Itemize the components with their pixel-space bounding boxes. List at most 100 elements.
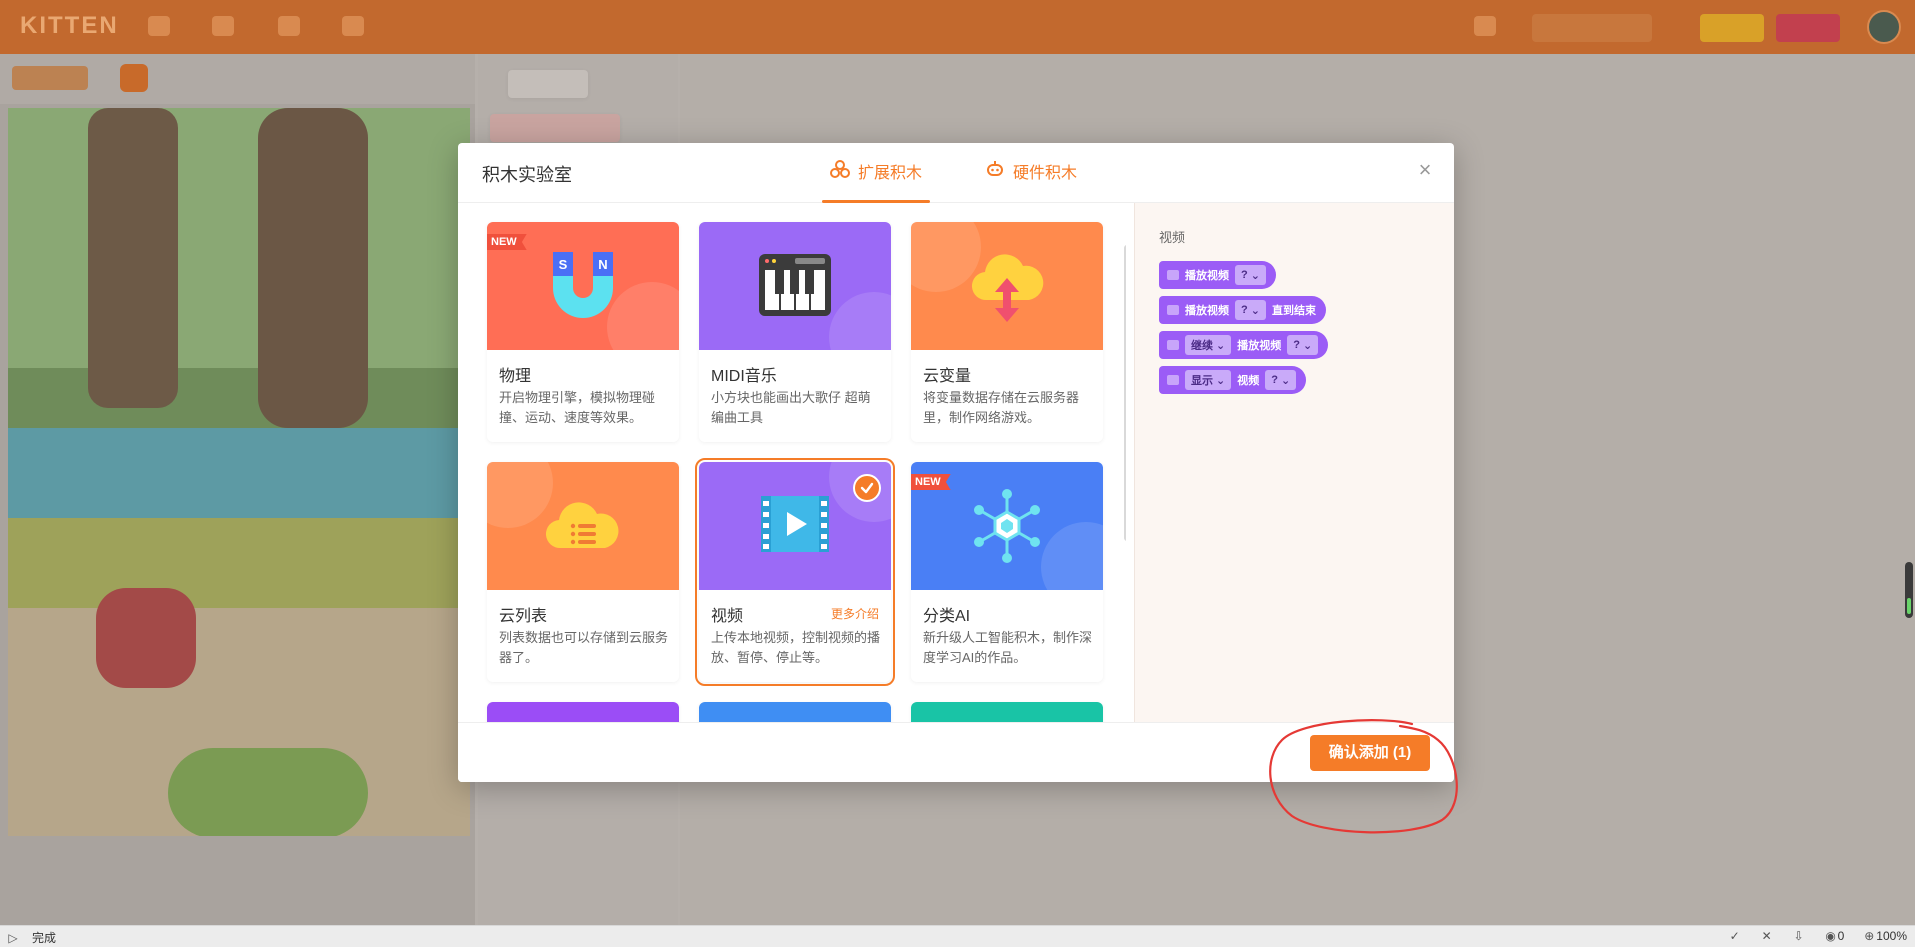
card-description: 列表数据也可以存储到云服务器了。 (499, 630, 669, 665)
selected-check-icon (853, 474, 881, 502)
stage-tree (88, 108, 178, 408)
card-description: 上传本地视频，控制视频的播放、暂停、停止等。 (711, 630, 881, 665)
stage-water (8, 428, 470, 518)
extension-card-partial[interactable] (699, 702, 891, 722)
svg-text:S: S (559, 257, 568, 272)
stage-ground (8, 518, 470, 608)
hardware-icon (985, 159, 1005, 179)
cloud-list-icon (545, 502, 619, 549)
tab-label: 硬件积木 (1013, 165, 1078, 182)
more-info-link[interactable]: 更多介绍 (831, 605, 879, 622)
share-icon[interactable] (278, 16, 300, 36)
stage-mode-chip[interactable] (12, 66, 88, 90)
stage-tree (258, 108, 368, 428)
block-text: 直到结束 (1271, 305, 1316, 317)
cloud-upload-icon (971, 254, 1044, 322)
block-show-video: 显示 ⌄ 视频 ? ⌄ (1159, 366, 1307, 394)
block-dropdown: 显示 ⌄ (1185, 370, 1232, 390)
dropdown-value: 显示 (1191, 375, 1213, 387)
grid-scrollbar[interactable] (1124, 245, 1126, 541)
mute-icon[interactable]: ✕ (1760, 929, 1774, 943)
zoom-value: 100% (1876, 929, 1907, 943)
zoom-control[interactable]: ⊕ 100% (1862, 929, 1907, 943)
block-dropdown: ? ⌄ (1235, 300, 1266, 320)
chevron-down-icon: ⌄ (1302, 339, 1313, 352)
block-play-video-until-end: 播放视频 ? ⌄ 直到结束 (1159, 296, 1326, 324)
extension-card-cloud-variable[interactable]: 云变量 将变量数据存储在云服务器里，制作网络游戏。 (911, 222, 1103, 442)
dialog-title: 积木实验室 (482, 165, 572, 185)
sprite-card[interactable] (490, 114, 620, 142)
block-play-video: 播放视频 ? ⌄ (1159, 261, 1276, 289)
stage-sky (8, 108, 470, 368)
extension-card-video[interactable]: 视频 更多介绍 上传本地视频，控制视频的播放、暂停、停止等。 (695, 458, 895, 686)
card-description: 小方块也能画出大歌仔 超萌编曲工具 (711, 390, 871, 425)
video-block-icon (1167, 305, 1179, 315)
magnet-icon: S N (553, 252, 613, 318)
close-button[interactable]: × (1414, 159, 1436, 181)
dropdown-value: ? (1241, 304, 1248, 316)
dropdown-value: 继续 (1191, 340, 1213, 352)
top-bar: KITTEN (0, 0, 1915, 54)
card-art (911, 222, 1103, 350)
extension-card-midi[interactable]: MIDI音乐 小方块也能画出大歌仔 超萌编曲工具 (699, 222, 891, 442)
extension-card-partial[interactable] (911, 702, 1103, 722)
block-resume-video: 继续 ⌄ 播放视频 ? ⌄ (1159, 331, 1329, 359)
card-description: 将变量数据存储在云服务器里，制作网络游戏。 (923, 390, 1080, 425)
video-block-icon (1167, 270, 1179, 280)
chevron-down-icon: ⌄ (1216, 374, 1226, 387)
card-description: 开启物理引擎，模拟物理碰撞、运动、速度等效果。 (499, 390, 656, 425)
block-dropdown: ? ⌄ (1235, 265, 1266, 285)
extension-card-physics[interactable]: S N NEW 物理 开启物理引擎，模拟物理碰撞、运动、速度等效果。 (487, 222, 679, 442)
dropdown-value: ? (1293, 339, 1300, 351)
block-text: 播放视频 (1185, 270, 1229, 282)
card-name: 物理 (499, 368, 532, 385)
side-scroll-indicator[interactable] (1905, 562, 1913, 618)
cat-sprite[interactable] (96, 588, 196, 688)
block-text: 播放视频 (1237, 340, 1282, 352)
extension-card-cloud-list[interactable]: 云列表 列表数据也可以存储到云服务器了。 (487, 462, 679, 682)
extension-grid: S N NEW 物理 开启物理引擎，模拟物理碰撞、运动、速度等效果。 MIDI音… (458, 203, 1126, 722)
save-icon[interactable] (212, 16, 234, 36)
device-icon[interactable] (1474, 16, 1496, 36)
project-name-field[interactable] (1532, 14, 1652, 42)
shield-icon[interactable]: ✓ (1728, 929, 1742, 943)
app-logo: KITTEN (20, 12, 119, 39)
card-description: 新升级人工智能积木，制作深度学习AI的作品。 (923, 630, 1093, 665)
block-lab-dialog: 积木实验室 扩展积木 硬件积木 × S N NEW 物理 开启物理引擎，模拟物理… (458, 143, 1454, 782)
sidebar-toggle-icon[interactable]: ▷ (6, 931, 20, 945)
dropdown-value: ? (1271, 374, 1278, 386)
video-block-icon (1167, 340, 1179, 350)
card-art (487, 462, 679, 590)
record-button[interactable] (1776, 14, 1840, 42)
dropdown-value: ? (1241, 269, 1248, 281)
block-dropdown: ? ⌄ (1265, 370, 1297, 390)
tab-extension-blocks[interactable]: 扩展积木 (821, 159, 931, 203)
tool-icon[interactable] (342, 16, 364, 36)
stage-pane (0, 54, 475, 925)
card-name: MIDI音乐 (711, 368, 777, 385)
confirm-add-button[interactable]: 确认添加 (1) (1310, 735, 1430, 771)
adblock-counter[interactable]: ◉ 0 (1824, 929, 1845, 943)
menu-icon[interactable] (148, 16, 170, 36)
card-name: 云列表 (499, 608, 548, 625)
extension-card-classification-ai[interactable]: NEW 分类AI 新升级人工智能积木，制作深度学习AI的作品。 (911, 462, 1103, 682)
status-bar: ▷ 完成 ✓ ✕ ⇩ ◉ 0 ⊕ 100% (0, 925, 1915, 947)
chevron-down-icon: ⌄ (1216, 339, 1226, 352)
block-text: 视频 (1237, 375, 1260, 387)
video-block-icon (1167, 375, 1179, 385)
tab-hardware-blocks[interactable]: 硬件积木 (985, 159, 1077, 203)
extension-card-partial[interactable] (487, 702, 679, 722)
download-icon[interactable]: ⇩ (1792, 929, 1806, 943)
stage-action-icon[interactable] (120, 64, 148, 92)
sprite-card[interactable] (508, 70, 588, 98)
chevron-down-icon: ⌄ (1250, 269, 1260, 282)
counter-value: 0 (1837, 929, 1845, 943)
publish-button[interactable] (1700, 14, 1764, 42)
dialog-header: 积木实验室 扩展积木 硬件积木 × (458, 143, 1454, 203)
avatar[interactable] (1867, 10, 1901, 44)
tab-label: 扩展积木 (858, 165, 923, 182)
card-art (699, 222, 891, 350)
decor-bubble (829, 292, 891, 350)
stage-canvas[interactable] (8, 108, 470, 836)
chevron-down-icon: ⌄ (1280, 374, 1291, 387)
